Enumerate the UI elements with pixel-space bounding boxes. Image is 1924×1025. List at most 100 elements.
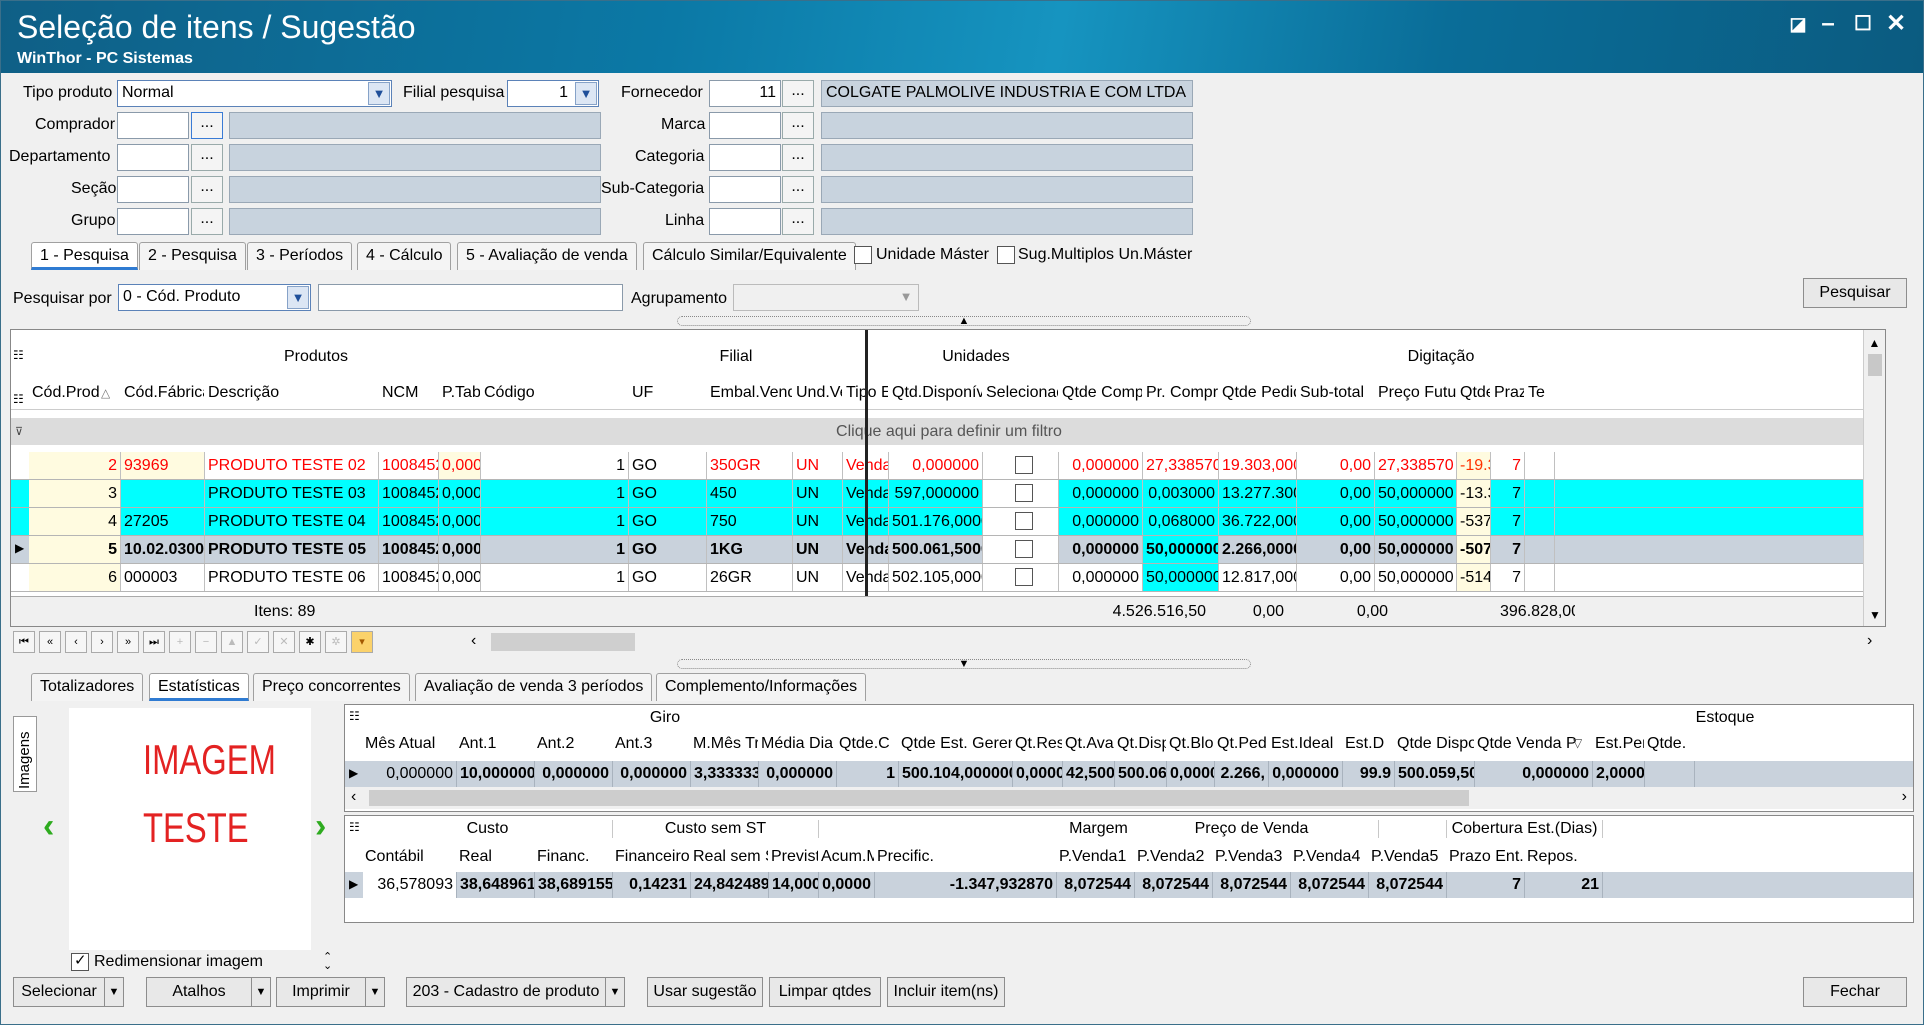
scroll-down-icon[interactable]: ▼ — [1864, 608, 1885, 622]
resize-handle-icon[interactable]: ⌃ ⌄ — [323, 952, 332, 972]
column-header[interactable]: Sub-total — [1300, 384, 1374, 408]
column-header[interactable]: Qtde Pedida — [1222, 384, 1296, 408]
grid-cell[interactable] — [983, 452, 1059, 479]
tab-avaliacao-3-periodos[interactable]: Avaliação de venda 3 períodos — [415, 673, 653, 701]
selecionado-checkbox[interactable] — [1015, 484, 1033, 502]
grid-cell[interactable]: 0,000000 — [1059, 480, 1143, 507]
tab-preco-concorrentes[interactable]: Preço concorrentes — [253, 673, 410, 701]
filter-icon[interactable]: ⊽ — [15, 425, 23, 438]
grid-cell[interactable]: 0,000000 — [1059, 508, 1143, 535]
grid-cell[interactable]: 0,000000 — [1059, 536, 1143, 563]
column-chooser-icon[interactable]: ☷ — [349, 820, 360, 834]
categoria-lookup-button[interactable]: ... — [782, 144, 814, 171]
column-header[interactable]: Embal.Venda — [710, 384, 792, 408]
fornecedor-lookup-button[interactable]: ... — [782, 80, 814, 107]
scroll-right-icon[interactable]: › — [1902, 788, 1907, 806]
vertical-scrollbar[interactable]: ▲ ▼ — [1863, 330, 1885, 626]
grid-cell[interactable] — [983, 508, 1059, 535]
edit-icon[interactable]: ▲ — [221, 631, 243, 653]
tab-avaliacao-venda[interactable]: 5 - Avaliação de venda — [457, 242, 637, 270]
column-header[interactable]: Código — [484, 384, 628, 408]
sug-multiplos-checkbox[interactable] — [997, 246, 1015, 264]
tab-calculo[interactable]: 4 - Cálculo — [357, 242, 452, 270]
grid-cell[interactable]: 0,003000 — [1143, 480, 1219, 507]
tab-complemento[interactable]: Complemento/Informações — [656, 673, 867, 701]
stats-scroll-thumb[interactable] — [369, 790, 1469, 806]
pesquisar-por-select[interactable]: 0 - Cód. Produto ▼ — [118, 284, 311, 311]
departamento-lookup-button[interactable]: ... — [191, 144, 223, 171]
linha-lookup-button[interactable]: ... — [782, 208, 814, 235]
column-header[interactable]: Selecionado — [986, 384, 1058, 408]
close-icon[interactable]: ✕ — [1881, 11, 1911, 37]
selecionado-checkbox[interactable] — [1015, 456, 1033, 474]
side-tab-imagens[interactable]: Imagens — [13, 716, 37, 792]
refresh-icon[interactable]: ✱ — [299, 631, 321, 653]
subcategoria-lookup-button[interactable]: ... — [782, 176, 814, 203]
cancel-icon[interactable]: ✕ — [273, 631, 295, 653]
tab-totalizadores[interactable]: Totalizadores — [31, 673, 144, 701]
column-header[interactable]: NCM — [382, 384, 438, 408]
horizontal-scroll-thumb[interactable] — [491, 633, 635, 651]
column-header[interactable]: Preço Futuro — [1378, 384, 1456, 408]
chevron-down-icon[interactable]: ▼ — [895, 286, 917, 309]
unidade-master-checkbox[interactable] — [854, 246, 872, 264]
usar-sugestao-button[interactable]: Usar sugestão — [647, 977, 763, 1007]
chevron-down-icon[interactable]: ▼ — [959, 658, 970, 670]
table-row[interactable]: 3PRODUTO TESTE 0310084520,00001GO450UNVe… — [11, 480, 1865, 508]
search-input[interactable] — [318, 284, 623, 311]
column-header[interactable]: Qtde — [1460, 384, 1490, 408]
column-header[interactable]: P.Tab — [442, 384, 480, 408]
column-chooser-icon[interactable]: ☷ — [13, 392, 24, 406]
sort-ascending-icon[interactable]: △ — [101, 386, 110, 400]
chevron-up-icon[interactable]: ▲ — [959, 315, 970, 327]
pesquisar-button[interactable]: Pesquisar — [1803, 278, 1907, 308]
bookmark-icon[interactable]: ✲ — [325, 631, 347, 653]
post-icon[interactable]: ✓ — [247, 631, 269, 653]
splitter-down[interactable]: ▼ — [677, 658, 1251, 670]
fechar-button[interactable]: Fechar — [1803, 977, 1907, 1007]
table-row[interactable]: ▶ 5 10.02.0300 PRODUTO TESTE 05 1008452 0,000… — [11, 536, 1865, 564]
grid-cell[interactable]: 0,000000 — [1059, 452, 1143, 479]
secao-lookup-button[interactable]: ... — [191, 176, 223, 203]
next-record-icon[interactable]: › — [91, 631, 113, 653]
grid-cell[interactable] — [983, 536, 1059, 563]
minimize-icon[interactable]: – — [1813, 11, 1843, 37]
selecionado-checkbox[interactable] — [1015, 540, 1033, 558]
departamento-input[interactable] — [117, 144, 189, 171]
column-header[interactable]: Qtde Compra — [1062, 384, 1142, 408]
scroll-up-icon[interactable]: ▲ — [1864, 336, 1885, 350]
chevron-down-icon[interactable]: ▼ — [287, 286, 309, 309]
selecionar-dropdown-icon[interactable]: ▼ — [104, 977, 124, 1007]
splitter-up[interactable]: ▲ — [677, 315, 1251, 327]
grid-cell[interactable]: 50,000000 — [1143, 536, 1219, 563]
selecionado-checkbox[interactable] — [1015, 512, 1033, 530]
linha-input[interactable] — [709, 208, 781, 235]
prev-image-icon[interactable]: ‹ — [43, 807, 54, 846]
limpar-qtdes-button[interactable]: Limpar qtdes — [769, 977, 881, 1007]
table-row[interactable]: 6000003PRODUTO TESTE 0610084520,00001GO2… — [11, 564, 1865, 592]
tab-pesquisa-2[interactable]: 2 - Pesquisa — [139, 242, 246, 270]
atalhos-button[interactable]: Atalhos — [146, 977, 252, 1007]
secao-input[interactable] — [117, 176, 189, 203]
insert-icon[interactable]: + — [169, 631, 191, 653]
filial-select[interactable]: 1 ▼ — [507, 80, 599, 107]
next-page-icon[interactable]: » — [117, 631, 139, 653]
column-header[interactable]: Te — [1528, 384, 1554, 408]
grid-cell[interactable]: 0,068000 — [1143, 508, 1219, 535]
comprador-input[interactable] — [117, 112, 189, 139]
categoria-input[interactable] — [709, 144, 781, 171]
cadastro-dropdown-icon[interactable]: ▼ — [605, 977, 625, 1007]
tab-estatisticas[interactable]: Estatísticas — [149, 673, 249, 701]
redimensionar-checkbox[interactable]: ✓ — [71, 952, 89, 971]
grid-cell[interactable]: 50,000000 — [1143, 564, 1219, 591]
marca-lookup-button[interactable]: ... — [782, 112, 814, 139]
grid-cell[interactable] — [983, 480, 1059, 507]
scroll-left-icon[interactable]: ‹ — [351, 788, 356, 806]
scroll-thumb[interactable] — [1868, 354, 1882, 376]
atalhos-dropdown-icon[interactable]: ▼ — [251, 977, 271, 1007]
grid-cell[interactable]: 27,338570 — [1143, 452, 1219, 479]
comprador-lookup-button[interactable]: ... — [191, 112, 223, 139]
marca-input[interactable] — [709, 112, 781, 139]
column-header[interactable]: Pr. Compra — [1146, 384, 1218, 408]
grupo-input[interactable] — [117, 208, 189, 235]
